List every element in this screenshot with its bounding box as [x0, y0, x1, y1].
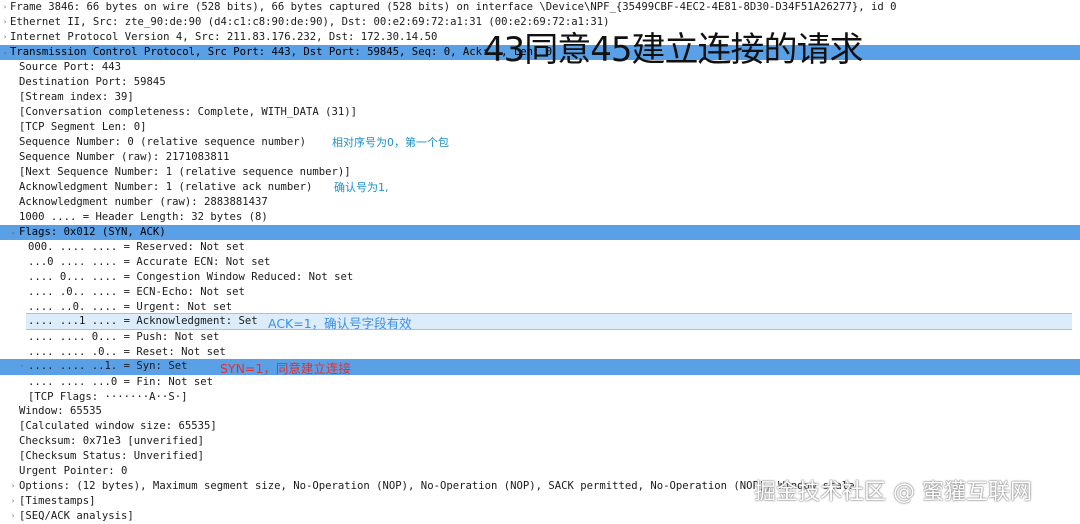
row-text: Acknowledgment Number: 1 (relative ack n… — [19, 181, 313, 193]
row-text: .... .0.. .... = ECN-Echo: Not set — [28, 286, 245, 298]
tree-row-tcp-flags[interactable]: [TCP Flags: ·······A··S·] — [0, 390, 1080, 405]
expand-arrow-icon[interactable]: › — [9, 509, 17, 524]
tree-row-window[interactable]: Window: 65535 — [0, 404, 1080, 419]
tree-row-flag-reserved[interactable]: 000. .... .... = Reserved: Not set — [0, 240, 1080, 255]
tree-row-flag-fin[interactable]: .... .... ...0 = Fin: Not set — [0, 375, 1080, 390]
tree-row-flags[interactable]: ⌄ Flags: 0x012 (SYN, ACK) — [0, 225, 1080, 240]
row-text: Checksum: 0x71e3 [unverified] — [19, 435, 204, 447]
row-text: Acknowledgment number (raw): 2883881437 — [19, 196, 268, 208]
row-text: Destination Port: 59845 — [19, 76, 166, 88]
row-text: ...0 .... .... = Accurate ECN: Not set — [28, 256, 271, 268]
row-text: [SEQ/ACK analysis] — [19, 510, 134, 522]
tree-row-stream-index[interactable]: [Stream index: 39] — [0, 90, 1080, 105]
annotation-ack-flag: ACK=1，确认号字段有效 — [268, 316, 412, 331]
tree-row-calc-window[interactable]: [Calculated window size: 65535] — [0, 419, 1080, 434]
tree-row-flag-ecn[interactable]: ...0 .... .... = Accurate ECN: Not set — [0, 255, 1080, 270]
tree-row-flag-ece[interactable]: .... .0.. .... = ECN-Echo: Not set — [0, 285, 1080, 300]
tree-row-segment-len[interactable]: [TCP Segment Len: 0] — [0, 120, 1080, 135]
tree-row-flag-cwr[interactable]: .... 0... .... = Congestion Window Reduc… — [0, 270, 1080, 285]
tree-row-flag-ack[interactable]: .... ...1 .... = Acknowledgment: Set — [26, 313, 1072, 330]
row-text: [Timestamps] — [19, 495, 96, 507]
row-text: Urgent Pointer: 0 — [19, 465, 128, 477]
row-text: .... 0... .... = Congestion Window Reduc… — [28, 271, 354, 283]
annotation-syn-flag: SYN=1，同意建立连接 — [220, 361, 351, 376]
row-text: [Checksum Status: Unverified] — [19, 450, 204, 462]
expand-arrow-icon[interactable]: › — [18, 359, 26, 374]
tree-row-frame[interactable]: › Frame 3846: 66 bytes on wire (528 bits… — [0, 0, 1080, 15]
annotation-seq: 相对序号为0，第一个包 — [332, 136, 449, 149]
row-text: Sequence Number: 0 (relative sequence nu… — [19, 136, 307, 148]
row-text: [Stream index: 39] — [19, 91, 134, 103]
tree-row-conversation[interactable]: [Conversation completeness: Complete, WI… — [0, 105, 1080, 120]
expand-arrow-icon[interactable]: › — [1, 30, 9, 45]
row-text: [Conversation completeness: Complete, WI… — [19, 106, 358, 118]
row-text: Options: (12 bytes), Maximum segment siz… — [19, 480, 855, 492]
row-text: [TCP Segment Len: 0] — [19, 121, 147, 133]
tree-row-ack-number[interactable]: Acknowledgment Number: 1 (relative ack n… — [0, 180, 1080, 195]
row-text: Source Port: 443 — [19, 61, 122, 73]
row-text: Transmission Control Protocol, Src Port:… — [10, 46, 553, 58]
row-text: 000. .... .... = Reserved: Not set — [28, 241, 245, 253]
row-text: Window: 65535 — [19, 405, 102, 417]
tree-row-next-seq[interactable]: [Next Sequence Number: 1 (relative seque… — [0, 165, 1080, 180]
overlay-title: 43同意45建立连接的请求 — [483, 30, 864, 70]
row-text: [TCP Flags: ·······A··S·] — [28, 391, 188, 403]
tree-row-seq-raw[interactable]: Sequence Number (raw): 2171083811 — [0, 150, 1080, 165]
annotation-ack: 确认号为1, — [334, 181, 389, 194]
row-text: Frame 3846: 66 bytes on wire (528 bits),… — [10, 1, 897, 13]
tree-row-destination-port[interactable]: Destination Port: 59845 — [0, 75, 1080, 90]
row-text: [Calculated window size: 65535] — [19, 420, 217, 432]
expand-arrow-icon[interactable]: › — [1, 15, 9, 30]
expand-arrow-icon[interactable]: › — [9, 479, 17, 494]
expand-arrow-icon[interactable]: › — [1, 0, 9, 15]
collapse-arrow-icon[interactable]: ⌄ — [9, 225, 17, 240]
tree-row-flag-syn[interactable]: › .... .... ..1. = Syn: Set — [0, 359, 1080, 375]
tree-row-header-length[interactable]: 1000 .... = Header Length: 32 bytes (8) — [0, 210, 1080, 225]
row-text: .... .... ..1. = Syn: Set — [28, 360, 188, 372]
tree-row-seq-ack-analysis[interactable]: › [SEQ/ACK analysis] — [0, 509, 1080, 524]
tree-row-checksum-status[interactable]: [Checksum Status: Unverified] — [0, 449, 1080, 464]
row-text: Sequence Number (raw): 2171083811 — [19, 151, 230, 163]
row-text: [Next Sequence Number: 1 (relative seque… — [19, 166, 351, 178]
tree-row-flag-reset[interactable]: .... .... .0.. = Reset: Not set — [0, 345, 1080, 360]
tree-row-flag-push[interactable]: .... .... 0... = Push: Not set — [0, 330, 1080, 345]
row-text: .... .... 0... = Push: Not set — [28, 331, 220, 343]
row-text: .... ...1 .... = Acknowledgment: Set — [28, 315, 258, 327]
row-text: .... .... ...0 = Fin: Not set — [28, 376, 213, 388]
row-text: 1000 .... = Header Length: 32 bytes (8) — [19, 211, 268, 223]
expand-arrow-icon[interactable]: › — [9, 494, 17, 509]
collapse-arrow-icon[interactable]: ⌄ — [1, 45, 9, 60]
tree-row-ack-raw[interactable]: Acknowledgment number (raw): 2883881437 — [0, 195, 1080, 210]
row-text: .... .... .0.. = Reset: Not set — [28, 346, 226, 358]
tree-row-checksum[interactable]: Checksum: 0x71e3 [unverified] — [0, 434, 1080, 449]
tree-row-seq-number[interactable]: Sequence Number: 0 (relative sequence nu… — [0, 135, 1080, 150]
watermark: 掘金技术社区 @ 蜜獾互联网 — [754, 480, 1032, 505]
row-text: Flags: 0x012 (SYN, ACK) — [19, 226, 166, 238]
row-text: Internet Protocol Version 4, Src: 211.83… — [10, 31, 438, 43]
